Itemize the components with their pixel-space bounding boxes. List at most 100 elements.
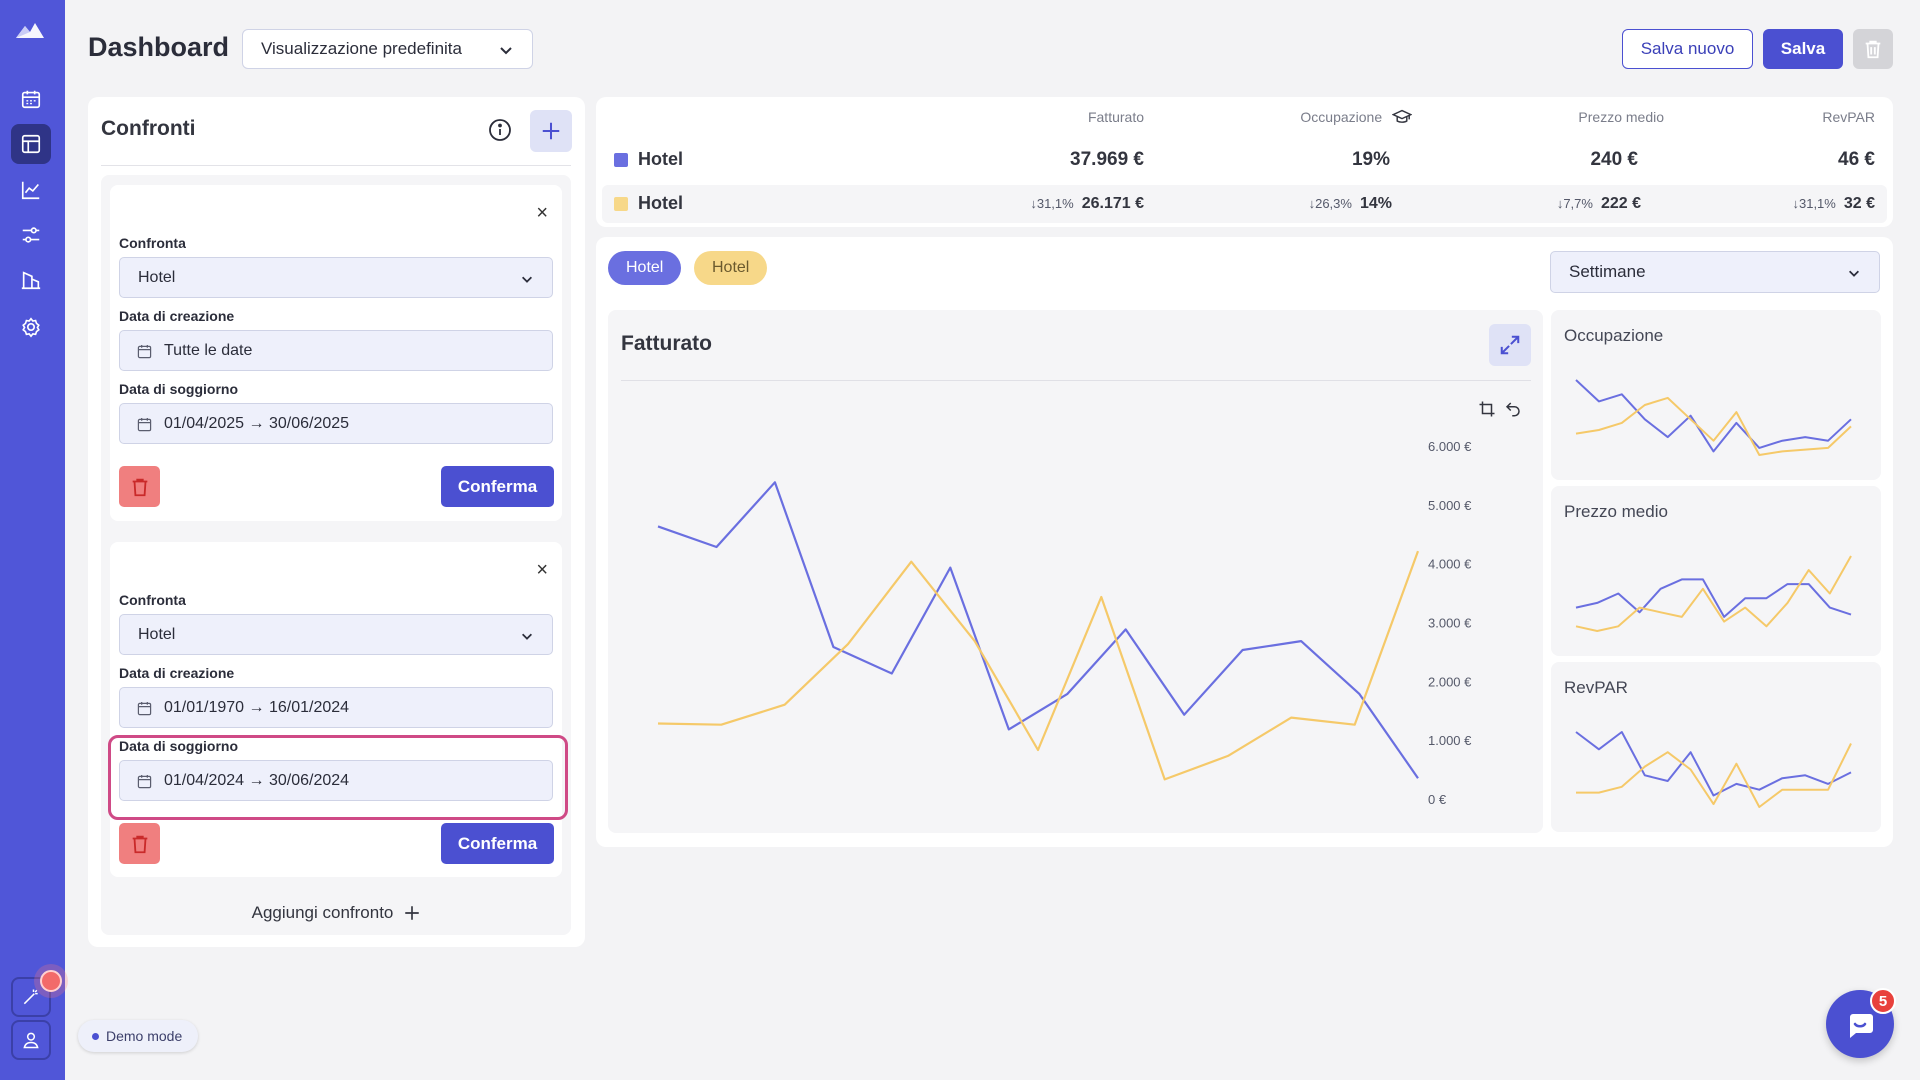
- kpi-row-name: Hotel: [614, 149, 683, 170]
- y-tick-label: 6.000 €: [1428, 439, 1472, 454]
- legend-swatch: [614, 196, 628, 211]
- compare-list: × Confronta Hotel Data di creazione Tutt…: [101, 175, 571, 935]
- created-date-label: Data di creazione: [119, 665, 235, 681]
- calendar-icon: [21, 90, 41, 109]
- confirm-button[interactable]: Conferma: [441, 823, 554, 864]
- plus-icon: [405, 906, 420, 920]
- kpi-value: 14%: [1359, 195, 1392, 212]
- kpi-value: 46 €: [1838, 149, 1875, 170]
- calendar-icon: [137, 344, 152, 359]
- delete-view-button[interactable]: [1853, 29, 1893, 69]
- logo-icon[interactable]: [14, 18, 46, 42]
- chat-icon: [1850, 1014, 1873, 1038]
- stay-date-label: Data di soggiorno: [119, 381, 238, 397]
- series-pill-hotel-compare[interactable]: Hotel: [694, 251, 768, 285]
- sidebar-item-properties[interactable]: [11, 260, 51, 300]
- save-new-button[interactable]: Salva nuovo: [1622, 29, 1753, 69]
- stay-date-value: 01/04/2025 → 30/06/2025: [164, 414, 350, 432]
- mini-series-line: [1575, 578, 1852, 618]
- series-line-hotel-compare[interactable]: [657, 550, 1420, 781]
- trash-icon: [1865, 40, 1881, 59]
- kpi-table: Occupazione Fatturato Prezzo medio RevPA…: [596, 97, 1893, 227]
- kpi-row-label: Hotel: [638, 149, 683, 169]
- dashboard-icon: [21, 134, 41, 154]
- avg-price-mini-chart[interactable]: Prezzo medio: [1551, 486, 1881, 656]
- view-select[interactable]: Visualizzazione predefinita: [242, 29, 533, 69]
- y-tick-label: 0 €: [1428, 792, 1447, 807]
- created-date-value: 01/01/1970 → 16/01/2024: [164, 698, 350, 716]
- revpar-mini-chart[interactable]: RevPAR: [1551, 662, 1881, 832]
- kpi-header-revenue: Fatturato: [1087, 109, 1144, 125]
- notification-pulse[interactable]: [34, 964, 68, 998]
- y-tick-label: 2.000 €: [1428, 674, 1472, 689]
- kpi-header-label: Occupazione: [1300, 109, 1383, 125]
- y-tick-label: 1.000 €: [1428, 733, 1472, 748]
- y-tick-label: 4.000 €: [1428, 557, 1472, 572]
- user-button[interactable]: [11, 1020, 51, 1060]
- chevron-down-icon: [522, 276, 532, 283]
- add-compare-link[interactable]: Aggiungi confronto: [88, 903, 585, 923]
- chevron-down-icon: [522, 633, 532, 640]
- compare-select[interactable]: Hotel: [119, 614, 553, 655]
- calendar-icon: [137, 417, 152, 432]
- close-icon[interactable]: ×: [536, 560, 548, 580]
- trash-icon: [132, 478, 147, 496]
- occupancy-mini-chart[interactable]: Occupazione: [1551, 310, 1881, 480]
- trash-icon: [132, 835, 147, 853]
- kpi-header-occupancy: Occupazione: [1300, 109, 1413, 125]
- info-icon[interactable]: [488, 118, 512, 142]
- building-icon: [21, 271, 41, 290]
- created-date-value: Tutte le date: [164, 341, 253, 359]
- stay-date-label: Data di soggiorno: [119, 738, 238, 754]
- revpar-mini-svg: [1575, 731, 1852, 808]
- delete-compare-button[interactable]: [119, 466, 160, 507]
- revenue-chart: Fatturato 0 €1.000 €2.000 €3.000 €4.000 …: [608, 310, 1543, 833]
- user-icon: [23, 1032, 39, 1049]
- sidebar-item-analytics[interactable]: [11, 170, 51, 210]
- confirm-button[interactable]: Conferma: [441, 466, 554, 507]
- kpi-value: 222 €: [1600, 195, 1641, 212]
- sidebar-item-calendar[interactable]: [11, 79, 51, 119]
- save-button[interactable]: Salva: [1763, 29, 1843, 69]
- occupancy-mini-svg: [1575, 379, 1852, 456]
- stay-date-field[interactable]: 01/04/2024 → 30/06/2024: [119, 760, 553, 801]
- close-icon[interactable]: ×: [536, 203, 548, 223]
- kpi-delta: ↓31,1%: [1030, 196, 1074, 211]
- period-select[interactable]: Settimane: [1550, 251, 1880, 293]
- compare-card: × Confronta Hotel Data di creazione Tutt…: [110, 185, 562, 521]
- view-select-value: Visualizzazione predefinita: [261, 39, 462, 58]
- settings-icon: [22, 317, 40, 338]
- kpi-delta: ↓31,1%: [1792, 196, 1836, 211]
- mini-series-line: [1576, 743, 1852, 808]
- sidebar-item-dashboard[interactable]: [11, 124, 51, 164]
- calendar-icon: [137, 774, 152, 789]
- kpi-delta: ↓7,7%: [1556, 196, 1593, 211]
- sidebar-item-config[interactable]: [11, 307, 51, 347]
- created-date-field[interactable]: Tutte le date: [119, 330, 553, 371]
- stay-date-value: 01/04/2024 → 30/06/2024: [164, 771, 350, 789]
- sidebar: [0, 0, 65, 1080]
- compare-select[interactable]: Hotel: [119, 257, 553, 298]
- graduation-cap-icon[interactable]: [1391, 109, 1413, 125]
- stay-date-field[interactable]: 01/04/2025 → 30/06/2025: [119, 403, 553, 444]
- revenue-chart-svg: 0 € 1.000 € 2.000 € 3.000 € 4.000 € 5.000 € 6.…: [657, 439, 1472, 807]
- created-date-label: Data di creazione: [119, 308, 235, 324]
- series-line-hotel[interactable]: [657, 481, 1419, 779]
- created-date-field[interactable]: 01/01/1970 → 16/01/2024: [119, 687, 553, 728]
- compare-panel: Confronti × Confronta Hotel Data di crea…: [88, 97, 585, 947]
- compare-select-value: Hotel: [138, 625, 176, 643]
- sidebar-item-settings-sliders[interactable]: [11, 215, 51, 255]
- y-tick-label: 5.000 €: [1428, 498, 1472, 513]
- period-select-value: Settimane: [1569, 262, 1646, 281]
- add-compare-button[interactable]: [530, 110, 572, 152]
- demo-mode-badge[interactable]: Demo mode: [78, 1020, 199, 1052]
- y-tick-label: 3.000 €: [1428, 616, 1472, 631]
- kpi-value: 19%: [1351, 149, 1390, 170]
- kpi-compare-value: ↓26,3% 14%: [1309, 195, 1392, 213]
- kpi-value: 240 €: [1590, 149, 1638, 170]
- compare-card: × Confronta Hotel Data di creazione 01/0…: [108, 542, 568, 877]
- kpi-header-avg-price: Prezzo medio: [1578, 109, 1664, 125]
- series-pill-hotel[interactable]: Hotel: [608, 251, 682, 285]
- delete-compare-button[interactable]: [119, 823, 160, 864]
- page-title: Dashboard: [88, 32, 230, 62]
